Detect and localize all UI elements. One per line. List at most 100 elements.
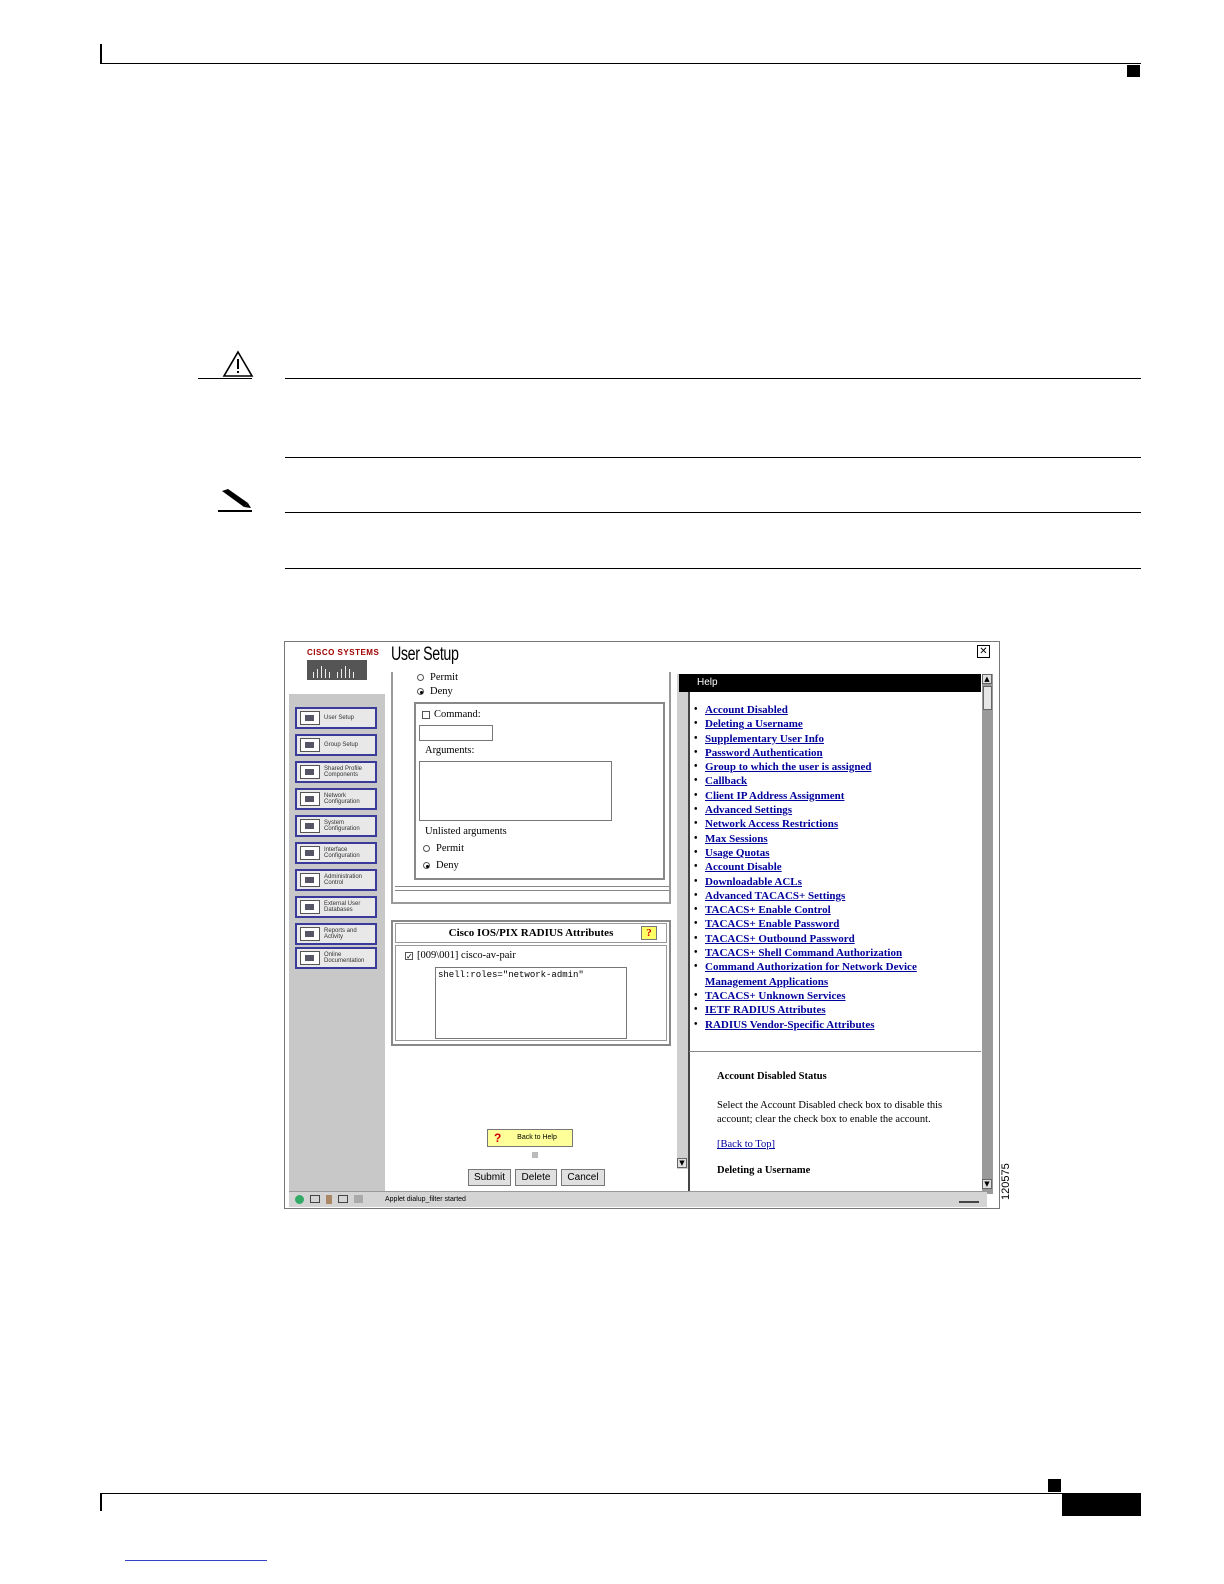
nav-user-setup[interactable]: User Setup xyxy=(295,707,377,729)
help-link-text[interactable]: IETF RADIUS Attributes xyxy=(705,1004,826,1016)
help-link-item[interactable]: • Callback xyxy=(694,774,917,788)
help-link-item[interactable]: • TACACS+ Unknown Services xyxy=(694,989,917,1003)
back-to-top-link[interactable]: [Back to Top] xyxy=(717,1138,775,1152)
help-link-text[interactable]: Password Authentication xyxy=(705,747,823,759)
section1-body-2: account; clear the check box to enable t… xyxy=(717,1114,931,1125)
group-setup-icon xyxy=(300,738,320,752)
help-link-item[interactable]: • Password Authentication xyxy=(694,746,917,760)
help-link-text[interactable]: Max Sessions xyxy=(705,833,768,845)
help-link-text[interactable]: TACACS+ Shell Command Authorization xyxy=(705,947,902,959)
nav-shared-profile[interactable]: Shared Profile Components xyxy=(295,761,377,783)
help-link-text[interactable]: TACACS+ Outbound Password xyxy=(705,933,855,945)
help-link-item[interactable]: • Usage Quotas xyxy=(694,846,917,860)
cancel-label: Cancel xyxy=(567,1172,599,1183)
submit-button[interactable]: Submit xyxy=(468,1169,511,1186)
help-link-item[interactable]: Management Applications xyxy=(705,975,917,989)
help-link-text[interactable]: Callback xyxy=(705,775,747,787)
page-title: User Setup xyxy=(391,644,459,665)
nav-label: Interface Configuration xyxy=(324,846,360,860)
help-link-text[interactable]: TACACS+ Unknown Services xyxy=(705,990,846,1002)
nav-label: Network Configuration xyxy=(324,792,360,806)
help-link-text[interactable]: TACACS+ Enable Control xyxy=(705,904,831,916)
nav-online-docs[interactable]: Online Documentation xyxy=(295,947,377,969)
help-link-item[interactable]: • IETF RADIUS Attributes xyxy=(694,1003,917,1017)
help-link-text[interactable]: Account Disable xyxy=(705,861,782,873)
help-icon: ? xyxy=(494,1131,502,1145)
help-link-item[interactable]: • Network Access Restrictions xyxy=(694,817,917,831)
help-link-item[interactable]: • Advanced TACACS+ Settings xyxy=(694,889,917,903)
help-link-item[interactable]: • TACACS+ Enable Password xyxy=(694,917,917,931)
help-link-text[interactable]: Downloadable ACLs xyxy=(705,876,802,888)
header-left-tick xyxy=(100,44,102,64)
bullet-icon: • xyxy=(694,832,698,844)
help-scroll-thumb[interactable] xyxy=(983,686,992,710)
help-scroll-down-arrow-icon[interactable]: ▼ xyxy=(982,1179,992,1189)
scroll-down-arrow-icon[interactable]: ▼ xyxy=(677,1158,687,1168)
mail-icon xyxy=(310,1195,320,1203)
nav-admin-control[interactable]: Administration Control xyxy=(295,869,377,891)
help-link-text[interactable]: Command Authorization for Network Device xyxy=(705,961,917,973)
help-link-item[interactable]: • TACACS+ Outbound Password xyxy=(694,932,917,946)
footer-left-tick xyxy=(100,1493,102,1511)
help-link-item[interactable]: • RADIUS Vendor-Specific Attributes xyxy=(694,1018,917,1032)
help-link-item[interactable]: • Group to which the user is assigned xyxy=(694,760,917,774)
bullet-icon: • xyxy=(694,1004,698,1016)
nav-group-setup[interactable]: Group Setup xyxy=(295,734,377,756)
close-icon[interactable]: ✕ xyxy=(977,645,990,658)
help-link-text[interactable]: Network Access Restrictions xyxy=(705,818,838,830)
bullet-icon: • xyxy=(694,746,698,758)
bullet-icon: • xyxy=(694,789,698,801)
nav-label: External User Databases xyxy=(324,900,361,914)
bullet-icon: • xyxy=(694,804,698,816)
help-link-text[interactable]: Advanced TACACS+ Settings xyxy=(705,890,845,902)
cancel-button[interactable]: Cancel xyxy=(561,1169,605,1186)
help-link-text[interactable]: Management Applications xyxy=(705,976,828,988)
nav-network-config[interactable]: Network Configuration xyxy=(295,788,377,810)
help-scrollbar[interactable] xyxy=(982,674,993,1194)
help-link-item[interactable]: • Max Sessions xyxy=(694,832,917,846)
small-marker xyxy=(532,1152,538,1158)
help-link-item[interactable]: • Advanced Settings xyxy=(694,803,917,817)
av-pair-checkbox[interactable]: ✓ [009\001] cisco-av-pair xyxy=(405,950,516,961)
av-pair-value: shell:roles="network-admin" xyxy=(438,970,584,980)
help-link-text[interactable]: TACACS+ Enable Password xyxy=(705,918,839,930)
help-link-item[interactable]: • Downloadable ACLs xyxy=(694,875,917,889)
nav-interface-config[interactable]: Interface Configuration xyxy=(295,842,377,864)
footer-rule xyxy=(100,1493,1141,1494)
nav-reports[interactable]: Reports and Activity xyxy=(295,923,377,945)
scroll-up-arrow-icon[interactable]: ▲ xyxy=(982,674,992,684)
help-link-item[interactable]: • TACACS+ Enable Control xyxy=(694,903,917,917)
back-to-help-button[interactable]: ? Back to Help xyxy=(487,1129,573,1147)
delete-button[interactable]: Delete xyxy=(515,1169,557,1186)
help-link-item[interactable]: • Deleting a Username xyxy=(694,717,917,731)
external-db-icon xyxy=(300,900,320,914)
help-link-item[interactable]: • Supplementary User Info xyxy=(694,732,917,746)
help-link-text[interactable]: Supplementary User Info xyxy=(705,733,824,745)
nav-external-db[interactable]: External User Databases xyxy=(295,896,377,918)
help-link-text[interactable]: Advanced Settings xyxy=(705,804,792,816)
help-link-item[interactable]: • TACACS+ Shell Command Authorization xyxy=(694,946,917,960)
nav-system-config[interactable]: System Configuration xyxy=(295,815,377,837)
help-pane-divider xyxy=(688,674,690,1191)
bullet-icon: • xyxy=(694,947,698,959)
nav-label: User Setup xyxy=(324,714,355,721)
help-link-text[interactable]: Group to which the user is assigned xyxy=(705,761,871,773)
help-link-text[interactable]: RADIUS Vendor-Specific Attributes xyxy=(705,1019,875,1031)
help-link-text[interactable]: Account Disabled xyxy=(705,704,788,716)
user-setup-screenshot: CISCO SYSTEMS User Setup Group Setup Sha… xyxy=(284,641,1000,1209)
help-link-text[interactable]: Deleting a Username xyxy=(705,718,803,730)
help-question-icon[interactable]: ? xyxy=(641,926,657,940)
help-link-text[interactable]: Client IP Address Assignment xyxy=(705,790,844,802)
left-scrollbar[interactable] xyxy=(677,674,688,1169)
av-pair-textarea[interactable]: shell:roles="network-admin" xyxy=(435,967,627,1039)
av-pair-label: [009\001] cisco-av-pair xyxy=(417,950,516,961)
interface-config-icon xyxy=(300,846,320,860)
help-link-text[interactable]: Usage Quotas xyxy=(705,847,769,859)
help-link-item[interactable]: • Client IP Address Assignment xyxy=(694,789,917,803)
composer-icon xyxy=(338,1195,348,1203)
note-top-rule xyxy=(285,512,1141,513)
help-link-item[interactable]: • Account Disable xyxy=(694,860,917,874)
help-link-item[interactable]: • Account Disabled xyxy=(694,703,917,717)
cisco-bridge-icon xyxy=(307,660,367,680)
help-link-item[interactable]: • Command Authorization for Network Devic… xyxy=(694,960,917,974)
